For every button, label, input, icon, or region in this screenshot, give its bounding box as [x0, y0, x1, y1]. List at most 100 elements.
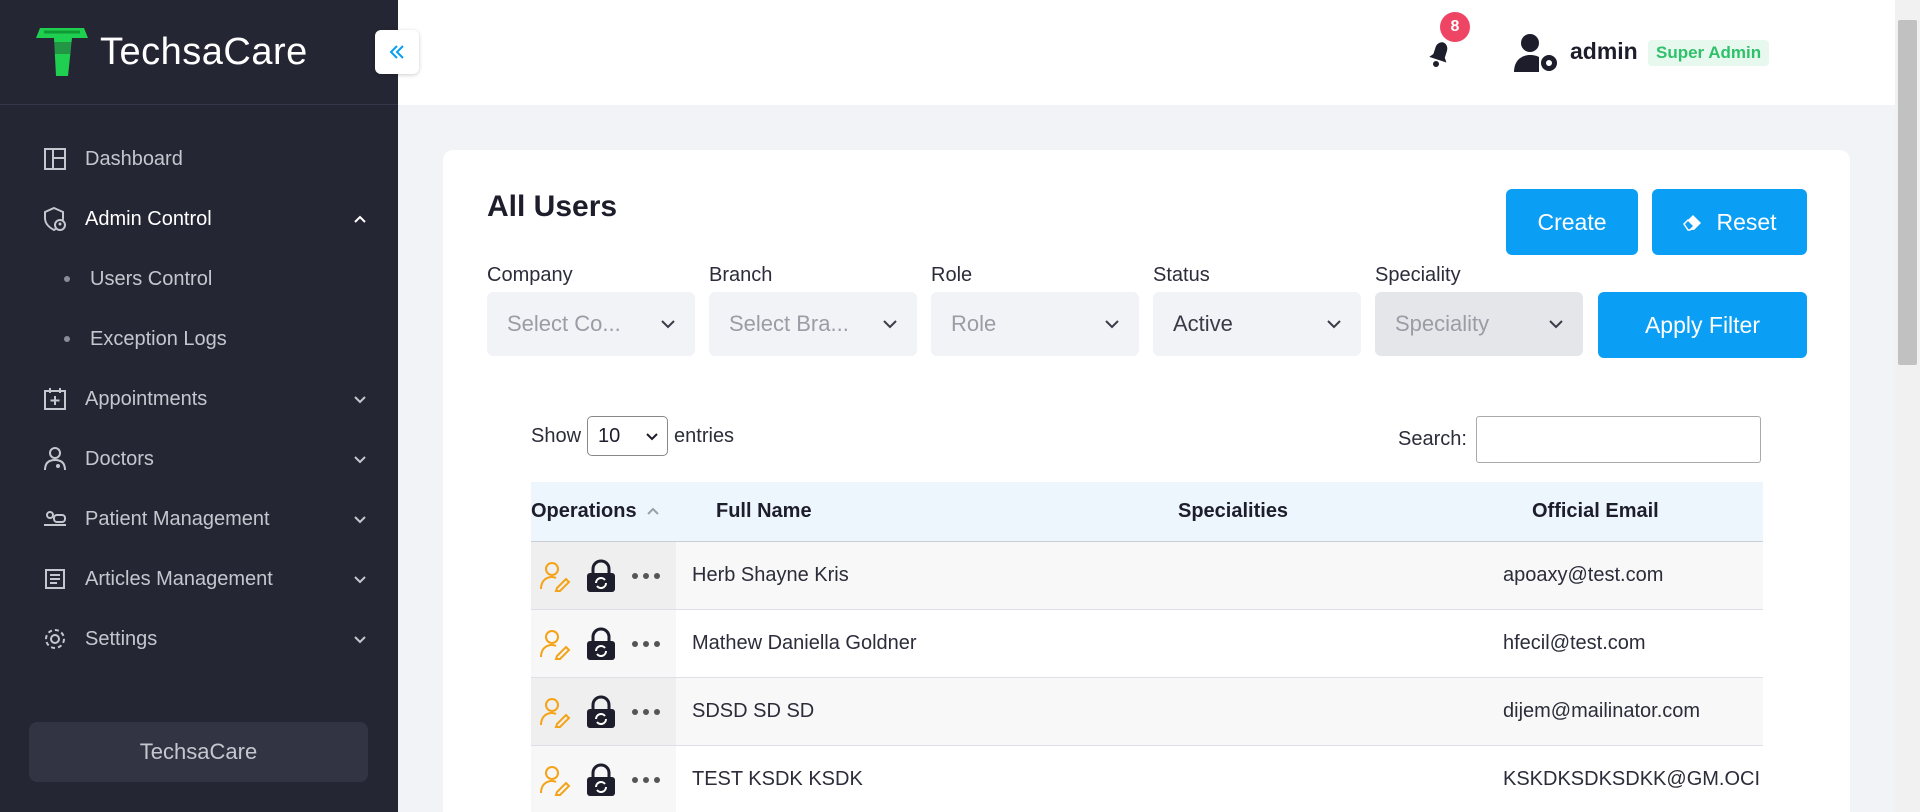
filter-label: Status: [1153, 264, 1210, 286]
filter-role: Role Role: [931, 264, 1139, 356]
sidebar-subitem-label: Exception Logs: [90, 327, 227, 350]
select-value: Role: [951, 311, 997, 336]
search-input[interactable]: [1475, 416, 1761, 463]
sort-asc-icon: [646, 507, 659, 515]
reset-password-icon[interactable]: [583, 762, 619, 798]
chevron-down-icon: [1549, 320, 1563, 329]
doctor-icon: [40, 444, 70, 474]
create-button-label: Create: [1537, 208, 1607, 235]
table-row: Herb Shayne Kris apoaxy@test.com: [531, 542, 1763, 610]
filter-label: Role: [931, 264, 973, 286]
chevron-down-icon: [354, 516, 366, 524]
row-operations: [531, 542, 676, 609]
company-select[interactable]: Select Co...: [487, 292, 695, 356]
cell-official-email: dijem@mailinator.com: [1503, 700, 1701, 722]
column-header-full-name[interactable]: Full Name: [716, 500, 1178, 523]
cell-full-name: SDSD SD SD: [692, 700, 815, 722]
shield-user-icon: [40, 204, 70, 234]
branch-select[interactable]: Select Bra...: [709, 292, 917, 356]
edit-user-icon[interactable]: [537, 626, 573, 662]
speciality-select[interactable]: Speciality: [1375, 292, 1583, 356]
scrollbar-thumb[interactable]: [1898, 20, 1917, 365]
entries-label: entries: [674, 424, 735, 447]
chevron-down-icon: [354, 456, 366, 464]
chevron-down-icon: [354, 576, 366, 584]
row-operations: [531, 746, 676, 812]
sidebar-item-settings[interactable]: Settings: [0, 609, 398, 669]
user-settings-icon[interactable]: [1512, 32, 1560, 74]
select-value: Active: [1173, 311, 1233, 336]
column-header-operations[interactable]: Operations: [531, 500, 716, 523]
chevron-down-icon: [1327, 320, 1341, 329]
column-header-label: Operations: [531, 500, 637, 522]
sidebar-item-exception-logs[interactable]: Exception Logs: [0, 309, 398, 369]
sidebar-item-label: Patient Management: [85, 507, 270, 530]
more-options-icon[interactable]: [629, 770, 663, 790]
sidebar-subitem-label: Users Control: [90, 267, 213, 290]
create-button[interactable]: Create: [1506, 189, 1638, 255]
filter-speciality: Speciality Speciality: [1375, 264, 1583, 356]
sidebar-item-doctors[interactable]: Doctors: [0, 429, 398, 489]
sidebar-item-label: Appointments: [85, 387, 208, 410]
entries-value: 10: [598, 424, 621, 447]
select-value: Speciality: [1395, 311, 1490, 336]
row-operations: [531, 678, 676, 745]
edit-user-icon[interactable]: [537, 558, 573, 594]
gear-icon: [40, 624, 70, 654]
entries-length-control: Show 10 entries: [531, 416, 734, 456]
filter-company: Company Select Co...: [487, 264, 695, 356]
sidebar-nav: Dashboard Admin Control Users Control Ex…: [0, 105, 398, 669]
chevron-down-icon: [354, 396, 366, 404]
page-title: All Users: [487, 190, 618, 223]
brand: TechsaCare: [0, 0, 398, 105]
collapse-sidebar-button[interactable]: [375, 30, 419, 74]
user-name[interactable]: admin: [1570, 38, 1638, 65]
sidebar-item-dashboard[interactable]: Dashboard: [0, 129, 398, 189]
row-operations: [531, 610, 676, 677]
sidebar-item-label: Doctors: [85, 447, 154, 470]
sidebar-footer: TechsaCare: [29, 722, 368, 782]
table-search: Search:: [1398, 416, 1761, 463]
brand-name: TechsaCare: [100, 30, 308, 73]
cell-full-name: TEST KSDK KSDK: [692, 768, 863, 790]
search-label: Search:: [1398, 428, 1467, 450]
sidebar-item-patient-management[interactable]: Patient Management: [0, 489, 398, 549]
more-options-icon[interactable]: [629, 566, 663, 586]
reset-password-icon[interactable]: [583, 694, 619, 730]
status-select[interactable]: Active: [1153, 292, 1361, 356]
table-row: TEST KSDK KSDK KSKDKSDKSDKK@GM.OCI: [531, 746, 1763, 812]
cell-official-email: apoaxy@test.com: [1503, 564, 1664, 586]
calendar-plus-icon: [40, 384, 70, 414]
role-select[interactable]: Role: [931, 292, 1139, 356]
more-options-icon[interactable]: [629, 702, 663, 722]
column-header-official-email[interactable]: Official Email: [1532, 500, 1763, 523]
reset-password-icon[interactable]: [583, 558, 619, 594]
sidebar-item-label: Articles Management: [85, 567, 273, 590]
chevron-down-icon: [1105, 320, 1119, 329]
apply-filter-button[interactable]: Apply Filter: [1598, 292, 1807, 358]
more-options-icon[interactable]: [629, 634, 663, 654]
sidebar-item-users-control[interactable]: Users Control: [0, 249, 398, 309]
eraser-icon: [1683, 215, 1702, 231]
reset-password-icon[interactable]: [583, 626, 619, 662]
edit-user-icon[interactable]: [537, 694, 573, 730]
chevron-down-icon: [354, 636, 366, 644]
notification-badge: 8: [1440, 12, 1470, 42]
table-row: Mathew Daniella Goldner hfecil@test.com: [531, 610, 1763, 678]
select-value: Select Bra...: [729, 311, 849, 336]
filter-branch: Branch Select Bra...: [709, 264, 917, 356]
chevron-up-icon: [354, 215, 366, 223]
cell-full-name: Herb Shayne Kris: [692, 564, 849, 586]
bullet-icon: [64, 336, 70, 342]
user-role-badge: Super Admin: [1648, 40, 1770, 66]
sidebar-item-label: Dashboard: [85, 147, 183, 170]
sidebar-item-appointments[interactable]: Appointments: [0, 369, 398, 429]
double-chevron-left-icon: [389, 45, 404, 59]
reset-button[interactable]: Reset: [1652, 189, 1807, 255]
sidebar-item-admin-control[interactable]: Admin Control: [0, 189, 398, 249]
entries-select[interactable]: 10: [587, 416, 669, 456]
edit-user-icon[interactable]: [537, 762, 573, 798]
column-header-specialities[interactable]: Specialities: [1178, 500, 1532, 523]
topbar: 8 admin Super Admin: [398, 0, 1895, 105]
sidebar-item-articles-management[interactable]: Articles Management: [0, 549, 398, 609]
